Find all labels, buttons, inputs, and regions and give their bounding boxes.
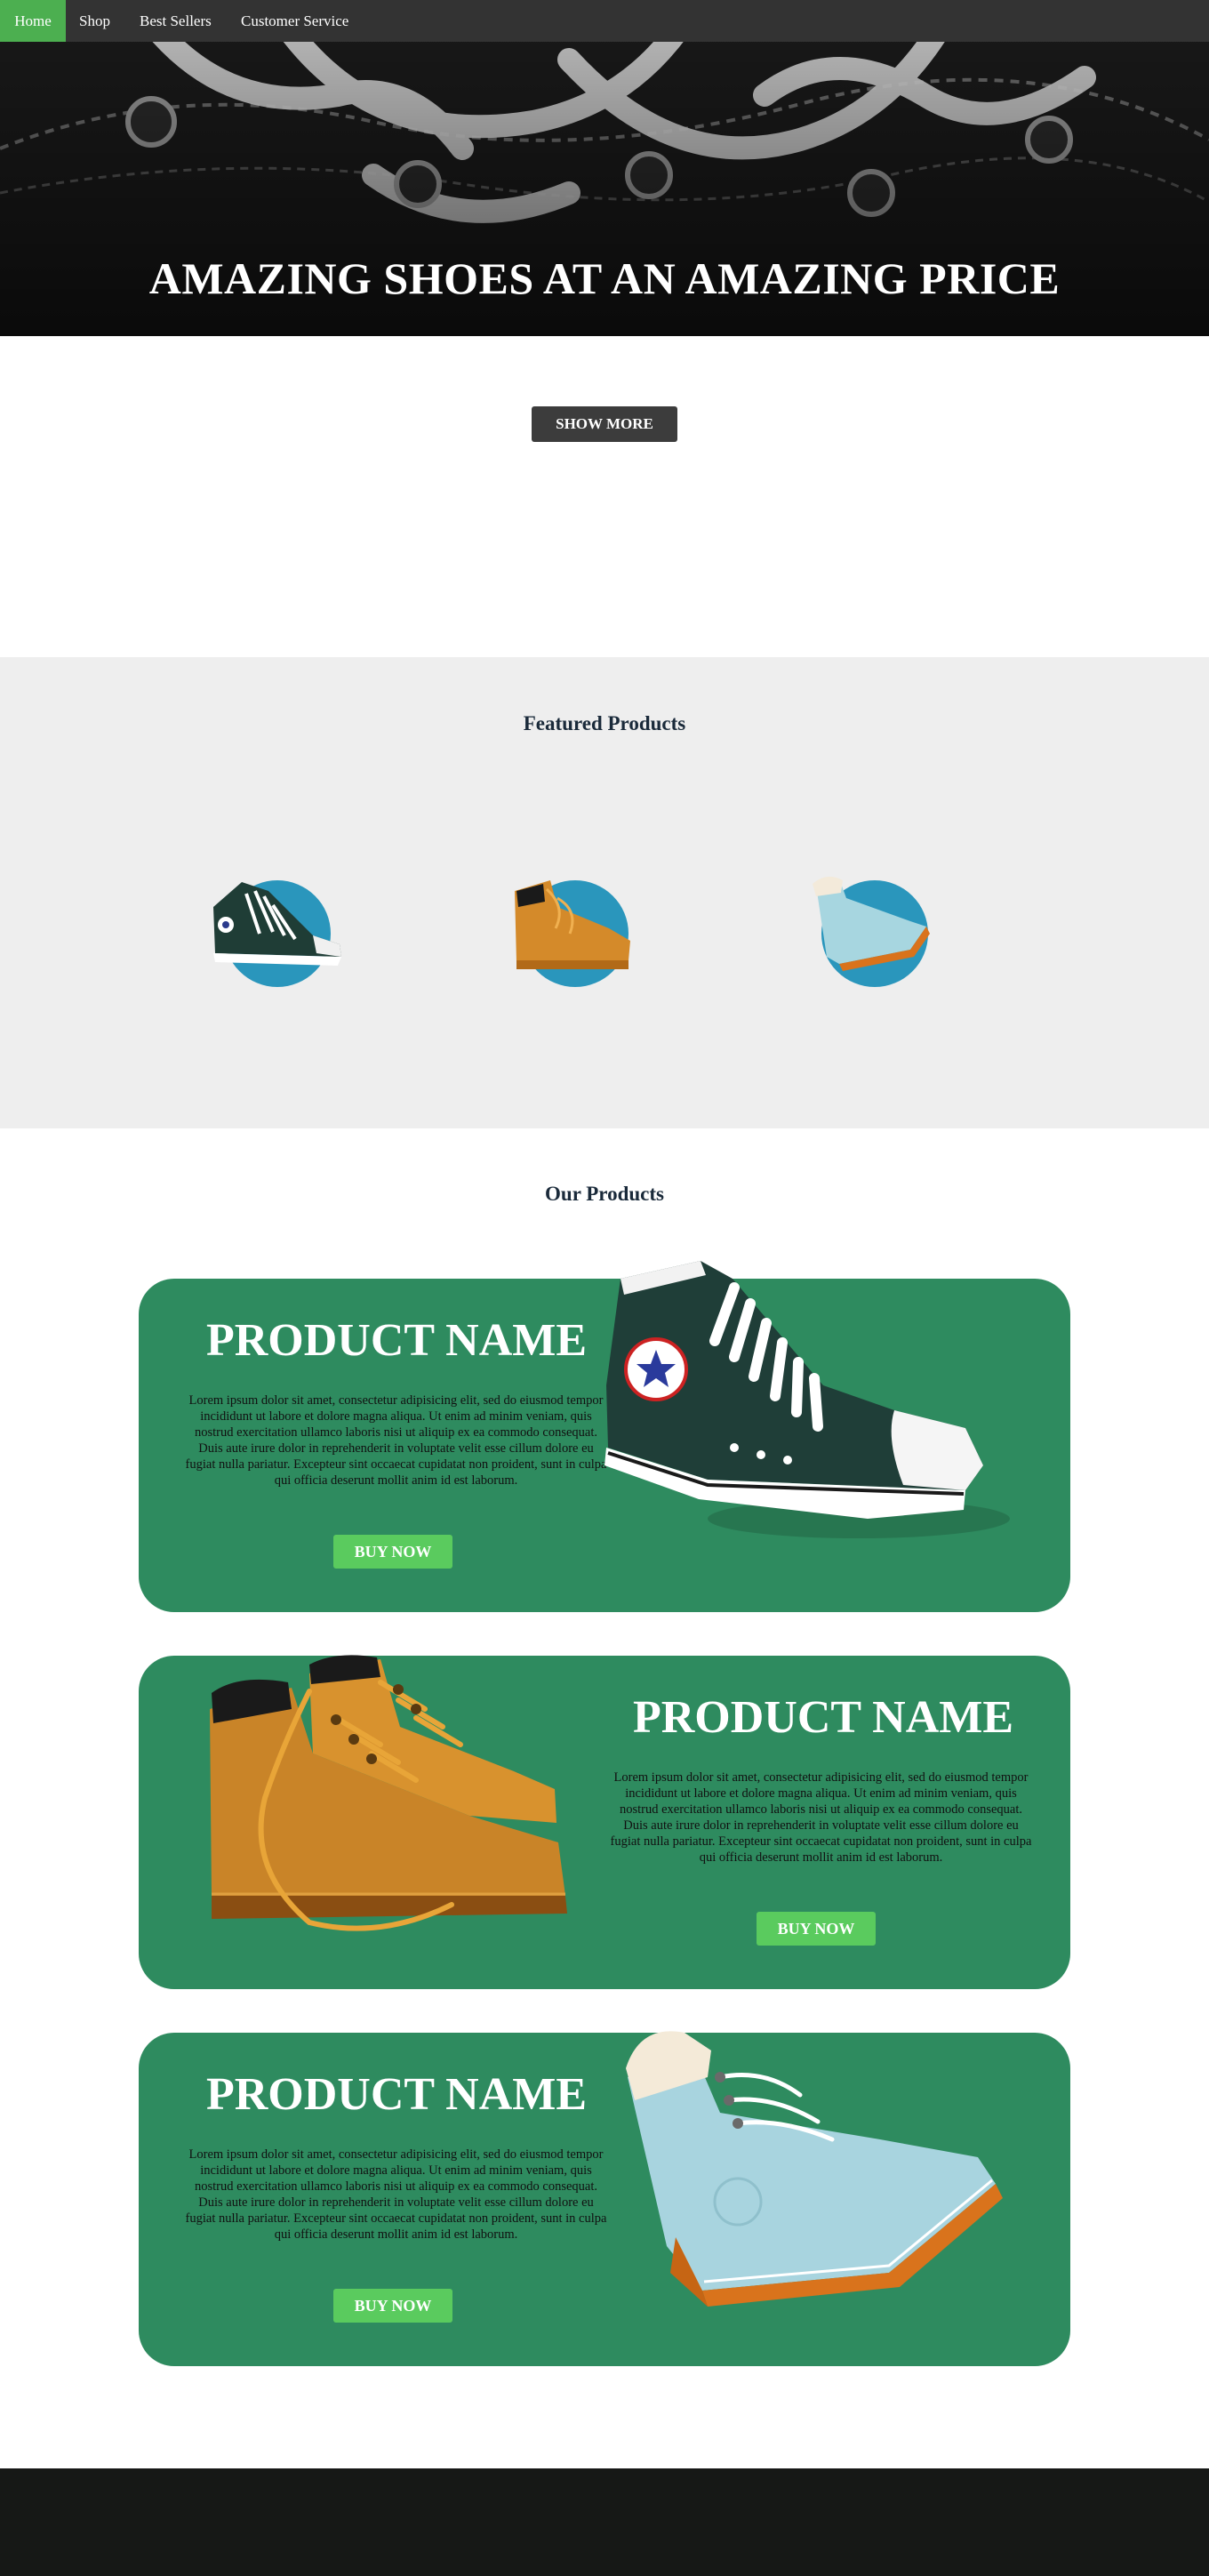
buy-now-button[interactable]: BUY NOW [333, 1535, 452, 1569]
featured-item[interactable] [504, 871, 646, 996]
featured-title: Featured Products [523, 712, 686, 734]
product-description: Lorem ipsum dolor sit amet, consectetur … [185, 1393, 607, 1488]
nav-item-home[interactable]: Home [0, 0, 66, 42]
green-sneaker-icon [213, 882, 341, 966]
nav-item-best-sellers[interactable]: Best Sellers [140, 0, 212, 42]
top-nav: Home Shop Best Sellers Customer Service [0, 0, 1209, 42]
buy-now-button[interactable]: BUY NOW [333, 2289, 452, 2323]
light-blue-boot [626, 2031, 1003, 2307]
tan-work-boots [210, 1655, 567, 1931]
hero-title: AMAZING SHOES AT AN AMAZING PRICE [148, 253, 1061, 303]
product-name: PRODUCT NAME [205, 2069, 588, 2120]
blue-boot-icon [813, 876, 930, 971]
nav-item-customer-service[interactable]: Customer Service [241, 0, 348, 42]
product-description: Lorem ipsum dolor sit amet, consectetur … [185, 2147, 607, 2242]
featured-item[interactable] [804, 871, 946, 996]
featured-item[interactable] [206, 871, 348, 996]
nav-item-shop[interactable]: Shop [79, 0, 110, 42]
green-high-top-sneaker [604, 1261, 1010, 1538]
product-name: PRODUCT NAME [205, 1315, 588, 1366]
footer [0, 2468, 1209, 2576]
hero-banner: AMAZING SHOES AT AN AMAZING PRICE [0, 42, 1209, 336]
product-name: PRODUCT NAME [632, 1692, 1014, 1743]
product-description: Lorem ipsum dolor sit amet, consectetur … [610, 1770, 1032, 1865]
our-products-title: Our Products [545, 1183, 664, 1205]
featured-section: Featured Products [0, 657, 1209, 1128]
buy-now-button[interactable]: BUY NOW [757, 1912, 876, 1946]
tan-boot-icon [515, 880, 630, 969]
show-more-button[interactable]: SHOW MORE [532, 406, 677, 442]
